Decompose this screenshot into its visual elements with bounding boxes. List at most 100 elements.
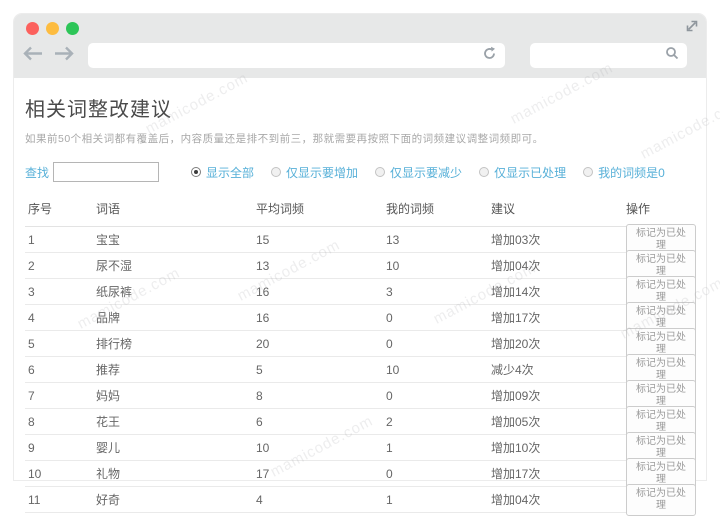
radio-icon[interactable] <box>191 167 202 177</box>
table-body: 1 宝宝 15 13 增加03次 标记为已处理 2 尿不湿 13 10 增加04… <box>25 223 696 516</box>
cell-suggestion: 增加04次 <box>491 493 541 507</box>
table-row: 9 婴儿 10 1 增加10次 标记为已处理 <box>25 431 696 464</box>
cell-action: 标记为已处理 <box>626 483 696 516</box>
col-header-avg-freq: 平均词频 <box>256 202 305 216</box>
address-input[interactable] <box>88 43 482 68</box>
minimize-window-icon[interactable] <box>46 22 59 35</box>
table-row: 1 宝宝 15 13 增加03次 标记为已处理 <box>25 223 696 256</box>
nav-buttons <box>22 46 75 66</box>
table-row: 8 花王 6 2 增加05次 标记为已处理 <box>25 405 696 438</box>
filter-option[interactable]: 仅显示要增加 <box>271 164 358 181</box>
find-input[interactable] <box>53 162 160 182</box>
table-row: 4 品牌 16 0 增加17次 标记为已处理 <box>25 301 696 334</box>
cell-word: 礼物 <box>96 467 121 481</box>
cell-word: 妈妈 <box>96 389 121 403</box>
cell-avg-freq: 16 <box>256 310 270 325</box>
cell-index: 4 <box>28 310 35 325</box>
cell-word: 纸尿裤 <box>96 285 133 299</box>
cell-suggestion: 增加17次 <box>491 467 541 481</box>
suggestions-table: 序号 词语 平均词频 我的词频 建议 操作 1 宝宝 15 13 增加03次 标… <box>25 195 696 516</box>
cell-suggestion: 增加20次 <box>491 337 541 351</box>
cell-word: 好奇 <box>96 493 121 507</box>
expand-icon[interactable] <box>684 18 700 34</box>
col-header-word: 词语 <box>96 202 121 216</box>
cell-avg-freq: 13 <box>256 258 270 273</box>
back-icon[interactable] <box>22 46 44 66</box>
filter-option-label: 仅显示要增加 <box>286 165 359 180</box>
table-row: 2 尿不湿 13 10 增加04次 标记为已处理 <box>25 249 696 282</box>
cell-word: 推荐 <box>96 363 121 377</box>
cell-index: 7 <box>28 388 35 403</box>
table-row: 11 好奇 4 1 增加04次 标记为已处理 <box>25 483 696 516</box>
cell-my-freq: 3 <box>386 284 393 299</box>
cell-avg-freq: 8 <box>256 388 263 403</box>
table-row: 10 礼物 17 0 增加17次 标记为已处理 <box>25 457 696 490</box>
cell-word: 宝宝 <box>96 233 121 247</box>
maximize-window-icon[interactable] <box>66 22 79 35</box>
filter-radio-group: 显示全部 仅显示要增加 仅显示要减少 仅显示已处理 我的词频是0 <box>191 164 665 181</box>
cell-my-freq: 2 <box>386 414 393 429</box>
cell-avg-freq: 5 <box>256 362 263 377</box>
cell-index: 6 <box>28 362 35 377</box>
traffic-lights <box>26 22 79 35</box>
filter-option-label: 显示全部 <box>206 165 255 180</box>
cell-word: 花王 <box>96 415 121 429</box>
cell-avg-freq: 6 <box>256 414 263 429</box>
page-content: 相关词整改建议 如果前50个相关词都有覆盖后，内容质量还是排不到前三，那就需要再… <box>14 78 706 516</box>
filter-option[interactable]: 仅显示要减少 <box>375 164 462 181</box>
reload-icon[interactable] <box>482 46 497 66</box>
cell-index: 8 <box>28 414 35 429</box>
cell-my-freq: 0 <box>386 310 393 325</box>
filter-option[interactable]: 我的词频是0 <box>583 164 665 181</box>
cell-index: 11 <box>28 492 41 507</box>
table-row: 3 纸尿裤 16 3 增加14次 标记为已处理 <box>25 275 696 308</box>
cell-word: 品牌 <box>96 311 121 325</box>
cell-my-freq: 0 <box>386 466 393 481</box>
filter-option-label: 仅显示要减少 <box>390 165 463 180</box>
radio-icon[interactable] <box>583 167 594 177</box>
page-title: 相关词整改建议 <box>25 99 172 121</box>
cell-my-freq: 13 <box>386 232 400 247</box>
cell-avg-freq: 4 <box>256 492 263 507</box>
cell-my-freq: 10 <box>386 258 400 273</box>
browser-titlebar <box>14 14 706 78</box>
filter-bar: 查找 显示全部 仅显示要增加 仅显示要减少 仅显示已处理 我的词频是0 <box>25 162 696 182</box>
search-icon[interactable] <box>665 46 679 65</box>
browser-window: 相关词整改建议 如果前50个相关词都有覆盖后，内容质量还是排不到前三，那就需要再… <box>14 14 706 516</box>
col-header-suggestion: 建议 <box>491 202 516 216</box>
col-header-action: 操作 <box>626 202 651 216</box>
close-window-icon[interactable] <box>26 22 39 35</box>
radio-icon[interactable] <box>375 167 386 177</box>
filter-option[interactable]: 仅显示已处理 <box>479 164 566 181</box>
cell-word: 婴儿 <box>96 441 121 455</box>
radio-icon[interactable] <box>479 167 490 177</box>
cell-suggestion: 增加17次 <box>491 311 541 325</box>
col-header-my-freq: 我的词频 <box>386 202 435 216</box>
cell-index: 10 <box>28 466 42 481</box>
filter-option-label: 仅显示已处理 <box>494 165 567 180</box>
cell-index: 2 <box>28 258 35 273</box>
cell-suggestion: 增加10次 <box>491 441 541 455</box>
cell-suggestion: 增加03次 <box>491 233 541 247</box>
cell-my-freq: 0 <box>386 388 393 403</box>
cell-avg-freq: 10 <box>256 440 270 455</box>
cell-suggestion: 减少4次 <box>491 363 534 377</box>
cell-avg-freq: 20 <box>256 336 270 351</box>
filter-option[interactable]: 显示全部 <box>191 164 254 181</box>
address-bar[interactable] <box>88 43 505 68</box>
cell-avg-freq: 17 <box>256 466 270 481</box>
cell-my-freq: 1 <box>386 440 393 455</box>
radio-icon[interactable] <box>271 167 282 177</box>
cell-my-freq: 1 <box>386 492 393 507</box>
filter-option-label: 我的词频是0 <box>598 165 665 180</box>
table-header-row: 序号 词语 平均词频 我的词频 建议 操作 <box>25 195 696 227</box>
browser-search-box[interactable] <box>530 43 687 68</box>
cell-my-freq: 0 <box>386 336 393 351</box>
col-header-index: 序号 <box>28 202 53 216</box>
mark-processed-button[interactable]: 标记为已处理 <box>626 483 696 516</box>
forward-icon[interactable] <box>53 46 75 66</box>
cell-suggestion: 增加14次 <box>491 285 541 299</box>
cell-word: 尿不湿 <box>96 259 133 273</box>
cell-index: 3 <box>28 284 35 299</box>
browser-search-input[interactable] <box>530 43 665 68</box>
